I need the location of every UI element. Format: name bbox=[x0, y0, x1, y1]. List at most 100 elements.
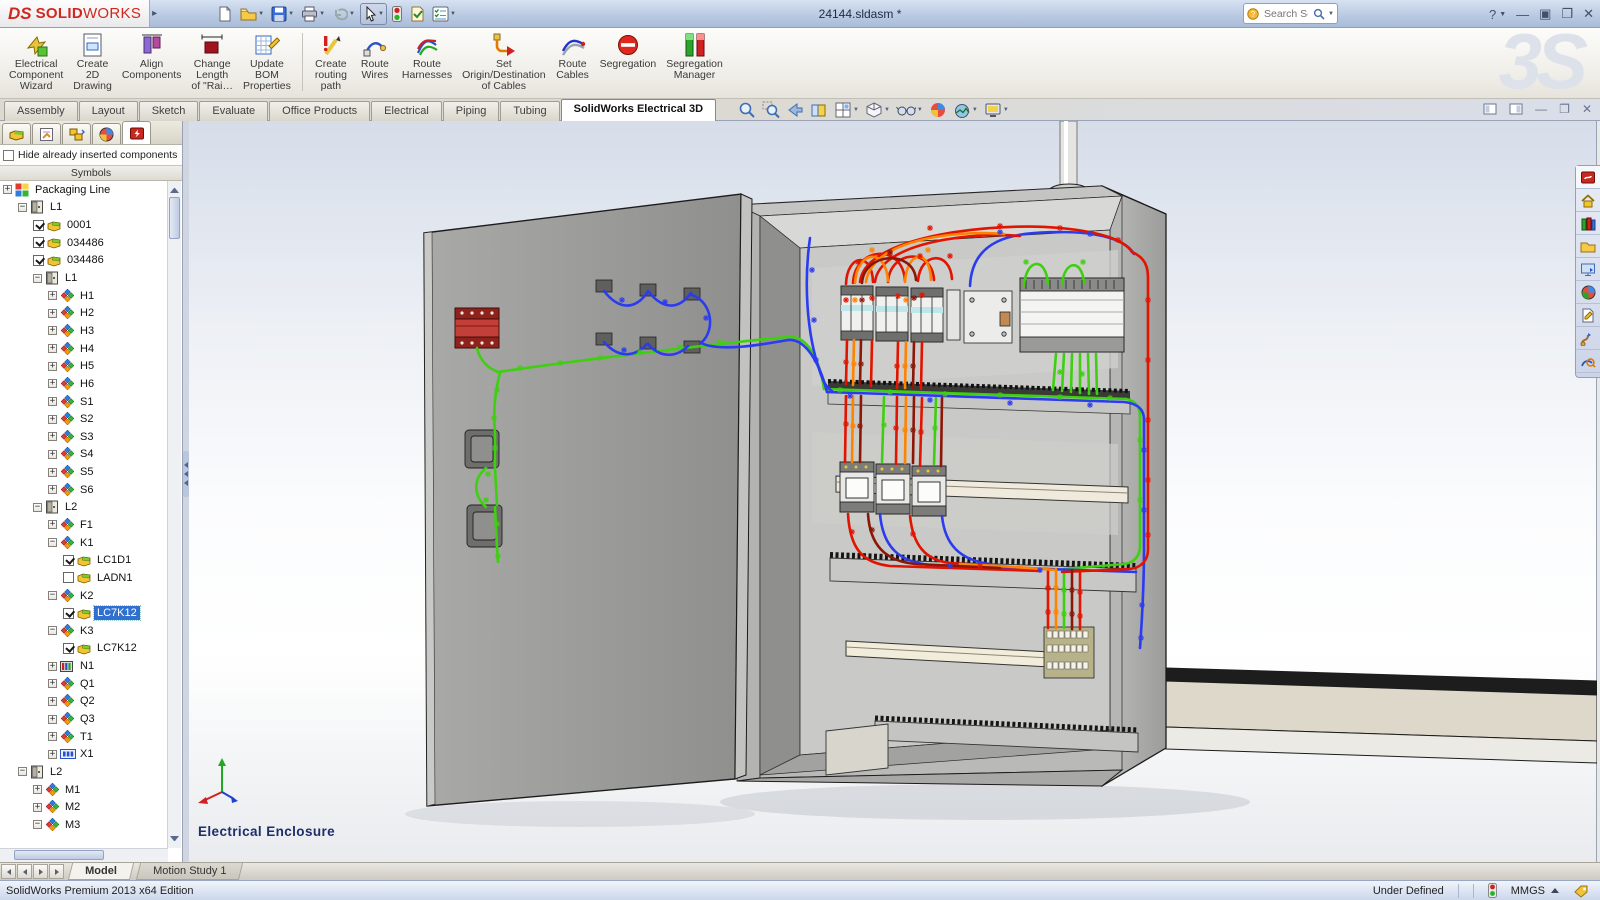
tree-item-lc1d1[interactable]: LC1D1 bbox=[0, 551, 168, 569]
panel-tab-configurations[interactable] bbox=[62, 123, 91, 144]
doc-minimize-button[interactable]: — bbox=[1535, 102, 1547, 116]
scroll-prev-tab-button[interactable] bbox=[17, 864, 32, 879]
expand-toggle[interactable]: + bbox=[48, 344, 57, 353]
select-button[interactable]: ▼ bbox=[360, 3, 387, 25]
expand-toggle[interactable]: + bbox=[48, 379, 57, 388]
collapse-toggle[interactable]: − bbox=[33, 274, 42, 283]
expand-toggle[interactable]: + bbox=[48, 450, 57, 459]
tree-item-k2[interactable]: −K2 bbox=[0, 587, 168, 605]
tree-item-m2[interactable]: +M2 bbox=[0, 798, 168, 816]
tree-item-034486[interactable]: 034486 bbox=[0, 234, 168, 252]
apply-scene-button[interactable]: ▼ bbox=[953, 101, 978, 119]
tree-item-m3[interactable]: −M3 bbox=[0, 816, 168, 834]
tag-icon[interactable] bbox=[1573, 884, 1590, 898]
collapse-toggle[interactable]: − bbox=[18, 767, 27, 776]
view-orientation-button[interactable]: ▼ bbox=[834, 101, 859, 119]
tree-item-packaging-line[interactable]: +Packaging Line bbox=[0, 181, 168, 199]
expand-toggle[interactable]: + bbox=[48, 397, 57, 406]
tab-assembly[interactable]: Assembly bbox=[4, 101, 78, 121]
tree-item-l2[interactable]: −L2 bbox=[0, 763, 168, 781]
expand-toggle[interactable]: + bbox=[48, 432, 57, 441]
route-harnesses-button[interactable]: Route Harnesses bbox=[397, 30, 457, 96]
task-pane-tab-swe-properties[interactable] bbox=[1576, 327, 1600, 350]
doc-tab-model[interactable]: Model bbox=[68, 863, 134, 880]
create-routing-path-button[interactable]: Create routing path bbox=[309, 30, 353, 96]
tree-item-lc7k12[interactable]: LC7K12 bbox=[0, 604, 168, 622]
tree-item-s4[interactable]: +S4 bbox=[0, 446, 168, 464]
tree-item-s3[interactable]: +S3 bbox=[0, 428, 168, 446]
visibility-checkbox[interactable] bbox=[33, 255, 44, 266]
search-input[interactable] bbox=[1262, 7, 1310, 21]
tree-item-l1[interactable]: −L1 bbox=[0, 269, 168, 287]
expand-toggle[interactable]: + bbox=[48, 520, 57, 529]
scroll-last-tab-button[interactable] bbox=[49, 864, 64, 879]
task-pane-tab-swe-resources[interactable] bbox=[1576, 166, 1600, 189]
open-button[interactable]: ▼ bbox=[238, 3, 266, 25]
plc-unit[interactable] bbox=[1020, 278, 1124, 352]
search-dropdown-icon[interactable]: ▼ bbox=[1328, 11, 1334, 17]
task-pane-tab-route-tools[interactable] bbox=[1576, 350, 1600, 373]
segregation-manager-button[interactable]: Segregation Manager bbox=[661, 30, 728, 96]
task-pane-tab-file-explorer[interactable] bbox=[1576, 235, 1600, 258]
expand-toggle[interactable]: + bbox=[48, 697, 57, 706]
tree-item-lc7k12[interactable]: LC7K12 bbox=[0, 640, 168, 658]
panel-tab-solidworks-electrical[interactable] bbox=[122, 121, 151, 144]
hide-inserted-checkbox[interactable] bbox=[3, 150, 14, 161]
tree-item-s5[interactable]: +S5 bbox=[0, 463, 168, 481]
task-pane-tab-custom-properties[interactable] bbox=[1576, 304, 1600, 327]
visibility-checkbox[interactable] bbox=[63, 643, 74, 654]
tree-item-f1[interactable]: +F1 bbox=[0, 516, 168, 534]
circuit-breakers[interactable] bbox=[841, 286, 1012, 343]
scrollbar-thumb[interactable] bbox=[14, 850, 104, 860]
undo-button[interactable]: ▼ bbox=[330, 3, 357, 25]
expand-toggle[interactable]: + bbox=[48, 415, 57, 424]
collapse-toggle[interactable]: − bbox=[48, 626, 57, 635]
align-components-button[interactable]: Align Components bbox=[117, 30, 187, 96]
expand-toggle[interactable]: + bbox=[48, 750, 57, 759]
tree-item-s6[interactable]: +S6 bbox=[0, 481, 168, 499]
task-pane-tab-design-library[interactable] bbox=[1576, 212, 1600, 235]
units-selector[interactable]: MMGS bbox=[1511, 885, 1559, 897]
route-wires-button[interactable]: Route Wires bbox=[353, 30, 397, 96]
panel-tab-properties[interactable] bbox=[32, 123, 61, 144]
doc-restore-button[interactable]: ❐ bbox=[1559, 102, 1570, 116]
expand-toggle[interactable]: + bbox=[48, 662, 57, 671]
task-pane-tab-home[interactable] bbox=[1576, 189, 1600, 212]
new-button[interactable] bbox=[215, 3, 235, 25]
expand-toggle[interactable]: + bbox=[33, 785, 42, 794]
task-pane-tab-view-palette[interactable] bbox=[1576, 258, 1600, 281]
tree-horizontal-scrollbar[interactable] bbox=[0, 848, 168, 862]
tab-piping[interactable]: Piping bbox=[443, 101, 500, 121]
create-2d-drawing-button[interactable]: Create 2D Drawing bbox=[68, 30, 117, 96]
enclosure-door[interactable] bbox=[424, 194, 752, 806]
units-dropdown-icon[interactable] bbox=[1551, 888, 1559, 893]
previous-view-button[interactable] bbox=[786, 101, 804, 119]
options-button[interactable]: ▼ bbox=[430, 3, 458, 25]
tab-sketch[interactable]: Sketch bbox=[139, 101, 199, 121]
view-settings-button[interactable]: ▼ bbox=[984, 101, 1009, 119]
tree-item-q2[interactable]: +Q2 bbox=[0, 693, 168, 711]
help-icon[interactable]: ? bbox=[1489, 7, 1496, 22]
tab-tubing[interactable]: Tubing bbox=[500, 101, 559, 121]
tree-item-k3[interactable]: −K3 bbox=[0, 622, 168, 640]
collapse-toggle[interactable]: − bbox=[33, 503, 42, 512]
door-transformer[interactable] bbox=[455, 308, 499, 348]
scrollbar-thumb[interactable] bbox=[169, 197, 180, 239]
visibility-checkbox[interactable] bbox=[63, 572, 74, 583]
collapse-right-pane-icon[interactable] bbox=[1509, 103, 1523, 115]
doc-close-button[interactable]: ✕ bbox=[1582, 102, 1592, 116]
tree-item-034486[interactable]: 034486 bbox=[0, 252, 168, 270]
tree-item-ladn1[interactable]: LADN1 bbox=[0, 569, 168, 587]
rebuild-button[interactable] bbox=[390, 3, 404, 25]
change-length-button[interactable]: Change Length of "Rai… bbox=[186, 30, 238, 96]
expand-toggle[interactable]: + bbox=[48, 326, 57, 335]
update-bom-properties-button[interactable]: Update BOM Properties bbox=[238, 30, 296, 96]
doc-tab-motion-study-1[interactable]: Motion Study 1 bbox=[136, 863, 244, 880]
3d-scene[interactable] bbox=[189, 121, 1597, 862]
search-icon[interactable] bbox=[1313, 8, 1325, 20]
tab-layout[interactable]: Layout bbox=[79, 101, 138, 121]
tree-item-h2[interactable]: +H2 bbox=[0, 304, 168, 322]
tree-item-l1[interactable]: −L1 bbox=[0, 199, 168, 217]
expand-toggle[interactable]: + bbox=[48, 732, 57, 741]
expand-toggle[interactable]: + bbox=[48, 679, 57, 688]
